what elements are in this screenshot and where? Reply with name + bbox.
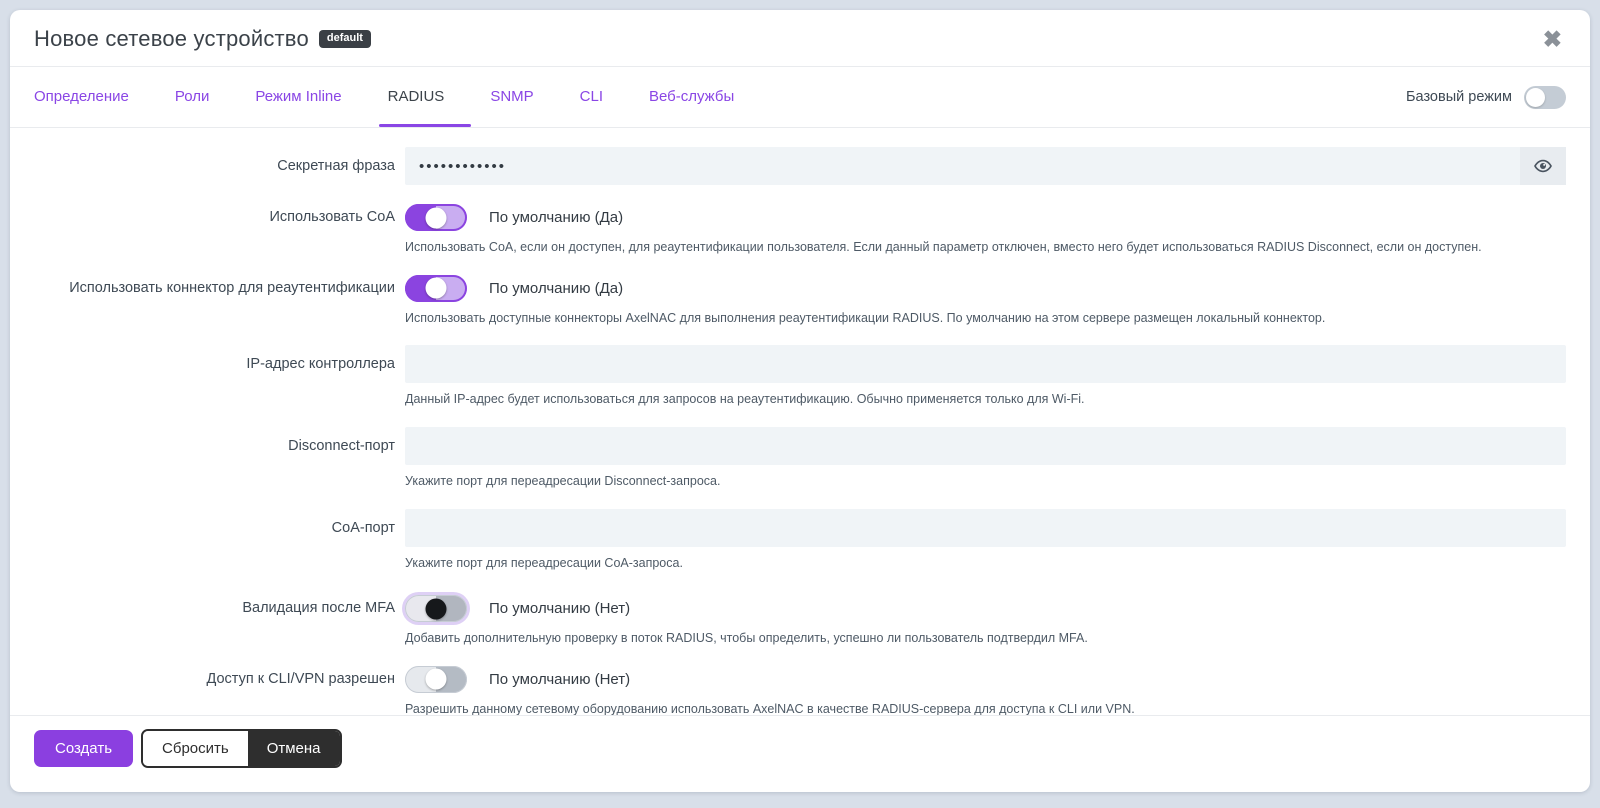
disconnect-port-row: Disconnect-порт Укажите порт для переадр… [34,426,1566,490]
tab-web-services[interactable]: Веб-службы [649,67,734,127]
mfa-validation-row: Валидация после MFA По умолчанию (Нет) Д… [34,595,1566,647]
modal-footer: Создать Сбросить Отмена [10,715,1590,792]
mfa-validation-status: По умолчанию (Нет) [489,600,631,618]
use-coa-row: Использовать CoA По умолчанию (Да) Испол… [34,204,1566,256]
coa-port-input[interactable] [405,508,1566,547]
secret-phrase-label: Секретная фраза [277,158,395,174]
disconnect-port-description: Укажите порт для переадресации Disconnec… [405,473,721,488]
coa-port-row: CoA-порт Укажите порт для переадресации … [34,508,1566,572]
tab-roles[interactable]: Роли [175,67,210,127]
basic-mode-toggle[interactable] [1524,85,1566,109]
secret-phrase-input[interactable] [405,147,1566,185]
disconnect-port-input[interactable] [405,426,1566,465]
tab-cli[interactable]: CLI [580,67,603,127]
controller-ip-label: IP-адрес контроллера [246,356,395,373]
toggle-knob [425,598,447,620]
tab-radius[interactable]: RADIUS [378,67,471,127]
mfa-validation-description: Добавить дополнительную проверку в поток… [405,631,1088,646]
reset-cancel-group: Сбросить Отмена [141,729,342,768]
cli-vpn-access-toggle[interactable] [405,665,467,693]
controller-ip-row: IP-адрес контроллера Данный IP-адрес буд… [34,345,1566,408]
tab-inline-mode[interactable]: Режим Inline [255,67,341,127]
create-button[interactable]: Создать [34,730,134,767]
secret-phrase-row: Секретная фраза [34,147,1566,185]
mfa-validation-label: Валидация после MFA [242,600,395,617]
tab-definition[interactable]: Определение [34,67,129,127]
use-coa-label: Использовать CoA [269,209,395,225]
toggle-knob [425,207,447,228]
new-network-device-modal: Новое сетевое устройство default ✖ Опред… [10,10,1590,792]
reset-button[interactable]: Сбросить [143,731,248,766]
use-connector-row: Использовать коннектор для реаутентифика… [34,274,1566,327]
close-icon[interactable]: ✖ [1539,26,1566,53]
toggle-knob [425,277,447,299]
cli-vpn-access-row: Доступ к CLI/VPN разрешен По умолчанию (… [34,665,1566,715]
coa-port-label: CoA-порт [331,519,395,536]
modal-header: Новое сетевое устройство default ✖ [10,10,1590,67]
use-connector-label: Использовать коннектор для реаутентифика… [69,279,395,296]
page-title: Новое сетевое устройство [34,26,309,51]
cli-vpn-access-status: По умолчанию (Нет) [489,670,631,688]
cli-vpn-access-description: Разрешить данному сетевому оборудованию … [405,701,1135,715]
controller-ip-description: Данный IP-адрес будет использоваться для… [405,392,1085,407]
use-connector-description: Использовать доступные коннекторы AxelNA… [405,310,1326,325]
coa-port-description: Укажите порт для переадресации CoA-запро… [405,555,683,570]
cancel-button[interactable]: Отмена [247,731,340,766]
use-connector-status: По умолчанию (Да) [489,279,624,297]
toggle-knob [1526,87,1545,107]
default-badge: default [318,30,371,48]
tab-bar: Определение Роли Режим Inline RADIUS SNM… [10,67,1590,128]
disconnect-port-label: Disconnect-порт [288,437,395,454]
radius-form: Секретная фраза Использовать CoA [10,128,1590,715]
controller-ip-input[interactable] [405,345,1566,384]
basic-mode-label: Базовый режим [1406,89,1512,105]
use-coa-toggle[interactable] [405,204,467,231]
mfa-validation-toggle[interactable] [405,595,467,623]
use-connector-toggle[interactable] [405,274,467,302]
tab-snmp[interactable]: SNMP [490,67,533,127]
toggle-knob [425,668,447,690]
use-coa-description: Использовать CoA, если он доступен, для … [405,240,1482,254]
cli-vpn-access-label: Доступ к CLI/VPN разрешен [206,670,396,687]
eye-icon[interactable] [1520,147,1566,185]
use-coa-status: По умолчанию (Да) [489,209,624,226]
